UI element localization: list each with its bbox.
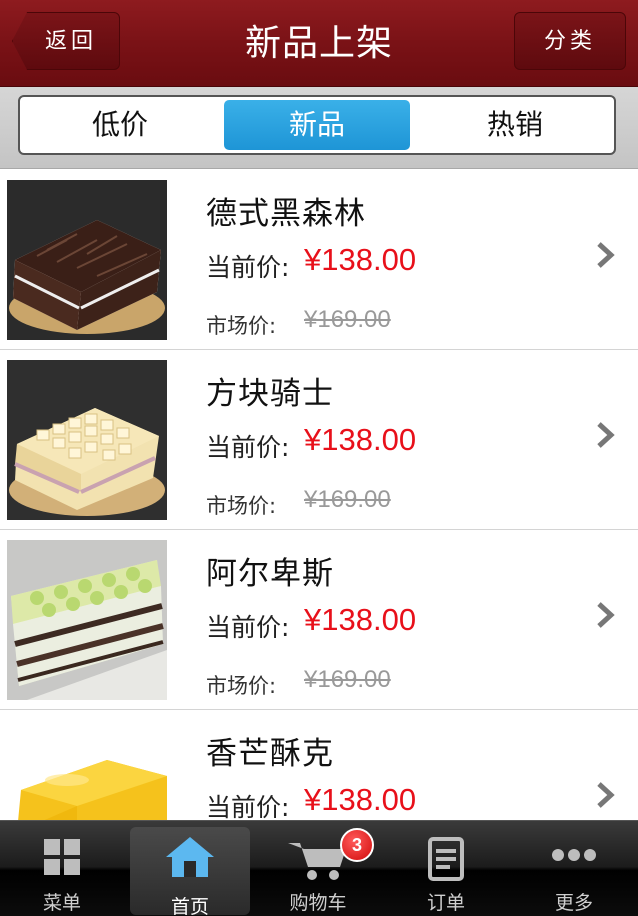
more-icon xyxy=(552,849,596,861)
segment-low-price[interactable]: 低价 xyxy=(20,97,220,153)
chevron-right-icon xyxy=(597,242,615,268)
cart-badge: 3 xyxy=(340,828,374,862)
market-price-label: 市场价: xyxy=(206,494,277,518)
tab-label: 菜单 xyxy=(42,892,81,914)
current-price-label: 当前价: xyxy=(206,433,290,462)
tab-home[interactable]: 首页 xyxy=(130,827,250,916)
current-price: ¥138.00 xyxy=(304,602,417,637)
tab-label: 更多 xyxy=(554,892,593,914)
current-price: ¥138.00 xyxy=(304,242,417,277)
tab-label: 购物车 xyxy=(289,892,347,914)
product-name: 香芒酥克 xyxy=(206,736,334,772)
product-image xyxy=(7,360,167,520)
product-image xyxy=(7,180,167,340)
list-item[interactable]: 方块骑士 当前价: ¥138.00 市场价: ¥169.00 xyxy=(0,350,638,530)
tab-bar: 菜单 首页 购物车 订单 更多 xyxy=(0,820,638,916)
list-item[interactable]: 阿尔卑斯 当前价: ¥138.00 市场价: ¥169.00 xyxy=(0,530,638,710)
tab-more[interactable]: 更多 xyxy=(514,821,634,916)
order-icon xyxy=(428,837,464,881)
category-button[interactable]: 分类 xyxy=(514,12,626,70)
market-price: ¥169.00 xyxy=(304,666,391,693)
segmented-control: 低价 新品 热销 xyxy=(18,95,616,155)
market-price: ¥169.00 xyxy=(304,306,391,333)
product-name: 方块骑士 xyxy=(206,376,334,412)
product-image xyxy=(7,540,167,700)
market-price-label: 市场价: xyxy=(206,674,277,698)
filter-bar: 低价 新品 热销 xyxy=(0,87,638,169)
chevron-right-icon xyxy=(597,602,615,628)
current-price-label: 当前价: xyxy=(206,793,290,820)
product-name: 德式黑森林 xyxy=(206,196,366,232)
current-price: ¥138.00 xyxy=(304,782,417,817)
home-icon xyxy=(166,837,214,877)
nav-header: 新品上架 返回 分类 xyxy=(0,0,638,87)
product-name: 阿尔卑斯 xyxy=(206,556,334,592)
tab-label: 首页 xyxy=(170,896,209,916)
product-list: 德式黑森林 当前价: ¥138.00 市场价: ¥169.00 方块骑士 当前价… xyxy=(0,170,638,820)
segment-new[interactable]: 新品 xyxy=(224,100,410,150)
current-price-label: 当前价: xyxy=(206,253,290,282)
product-image xyxy=(7,720,167,820)
list-item[interactable]: 德式黑森林 当前价: ¥138.00 市场价: ¥169.00 xyxy=(0,170,638,350)
tab-menu[interactable]: 菜单 xyxy=(2,821,122,916)
market-price: ¥169.00 xyxy=(304,486,391,513)
chevron-right-icon xyxy=(597,782,615,808)
grid-icon xyxy=(44,839,80,875)
list-item[interactable]: 香芒酥克 当前价: ¥138.00 xyxy=(0,710,638,820)
segment-hot[interactable]: 热销 xyxy=(416,97,614,153)
current-price: ¥138.00 xyxy=(304,422,417,457)
tab-orders[interactable]: 订单 xyxy=(386,821,506,916)
tab-label: 订单 xyxy=(426,892,465,914)
chevron-right-icon xyxy=(597,422,615,448)
current-price-label: 当前价: xyxy=(206,613,290,642)
market-price-label: 市场价: xyxy=(206,314,277,338)
back-button[interactable]: 返回 xyxy=(12,12,120,70)
